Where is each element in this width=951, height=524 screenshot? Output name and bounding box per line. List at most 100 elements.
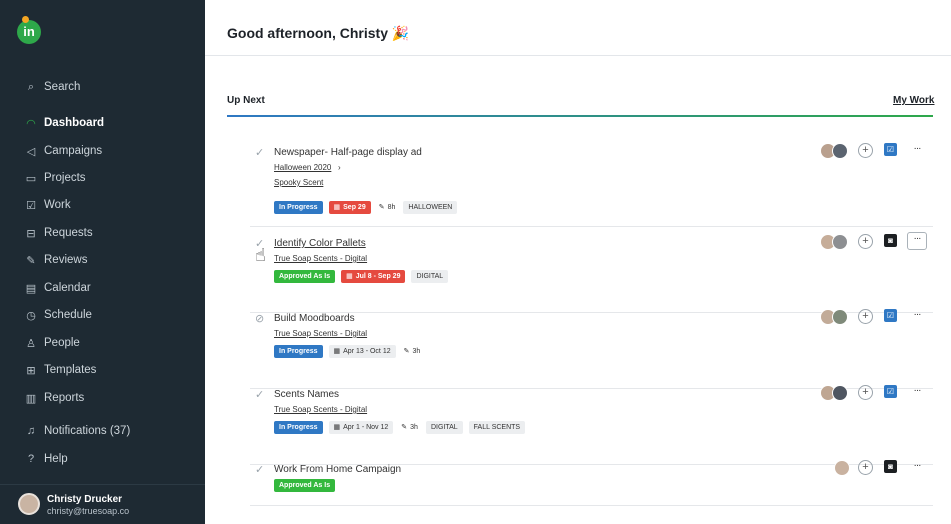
sidebar-item-label: Search (44, 81, 81, 93)
sidebar-item-label: Campaigns (44, 145, 103, 157)
assignee-avatars[interactable] (820, 309, 848, 325)
tag-label: 3h (410, 424, 418, 431)
my-work-link[interactable]: My Work (893, 95, 935, 106)
task-row[interactable]: ✓ Work From Home Campaign Approved As Is + ◙… (250, 460, 933, 506)
tag-label: HALLOWEEN (408, 204, 453, 211)
task-tags: In Progress ▦ Sep 29 ✎ 8h HALLOWEEN (274, 201, 458, 214)
sidebar-item-label: Projects (44, 172, 86, 184)
user-profile[interactable]: Christy Drucker christy@truesoap.co (0, 484, 205, 524)
sidebar-item-work[interactable]: ☑ Work (24, 194, 71, 216)
chevron-right-icon: › (338, 163, 341, 172)
hand-cursor-icon: ☝ (255, 245, 266, 265)
chart-icon: ▥ (25, 392, 37, 405)
add-assignee-icon[interactable]: + (858, 143, 873, 158)
task-row[interactable]: ✓ Identify Color Pallets True Soap Scents … (250, 232, 933, 313)
more-options-icon[interactable]: ··· (907, 460, 927, 476)
task-parent-link[interactable]: True Soap Scents - Digital (274, 405, 367, 414)
pencil-icon: ✎ (378, 204, 385, 211)
tag-label: Approved As Is (279, 482, 331, 489)
search-icon: ⌕ (27, 80, 35, 93)
review-square-icon[interactable]: ☑ (884, 385, 897, 398)
avatar (834, 460, 850, 476)
assignee-avatars[interactable] (820, 234, 848, 250)
checkmark-icon[interactable]: ✓ (255, 389, 267, 401)
sidebar-item-templates[interactable]: ⊞ Templates (24, 359, 96, 381)
task-project-link[interactable]: Spooky Scent (274, 178, 323, 187)
avatar (18, 493, 40, 515)
date-tag: ▦ Sep 29 (328, 201, 371, 214)
sidebar-item-dashboard[interactable]: ◠ Dashboard (24, 112, 104, 134)
sidebar-item-reports[interactable]: ▥ Reports (24, 387, 84, 409)
clock-icon: ◷ (26, 309, 36, 322)
task-parent-link[interactable]: Halloween 2020 (274, 163, 331, 172)
task-title[interactable]: Newspaper- Half-page display ad (274, 147, 422, 158)
date-tag: ▦ Apr 1 - Nov 12 (328, 421, 394, 434)
sidebar-item-help[interactable]: ? Help (24, 448, 68, 470)
task-title[interactable]: Build Moodboards (274, 313, 355, 324)
add-assignee-icon[interactable]: + (858, 309, 873, 324)
avatar (832, 143, 848, 159)
assignee-avatars[interactable] (820, 385, 848, 401)
proof-square-icon[interactable]: ◙ (884, 460, 897, 473)
task-parent-link[interactable]: True Soap Scents - Digital (274, 329, 367, 338)
proof-square-icon[interactable]: ◙ (884, 234, 897, 247)
sidebar-item-campaigns[interactable]: ◁ Campaigns (24, 140, 102, 162)
more-options-icon[interactable]: ··· (907, 143, 927, 159)
task-row[interactable]: ⊘ Build Moodboards True Soap Scents - Digi… (250, 309, 933, 389)
inbox-icon: ⊟ (26, 227, 36, 240)
task-parent-link[interactable]: True Soap Scents - Digital (274, 254, 367, 263)
sidebar-item-label: Reports (44, 392, 85, 404)
tag-label: In Progress (279, 348, 318, 355)
person-icon: ♙ (26, 337, 36, 350)
sidebar-item-calendar[interactable]: ▤ Calendar (24, 277, 91, 299)
sidebar-item-requests[interactable]: ⊟ Requests (24, 222, 92, 244)
sidebar-item-schedule[interactable]: ◷ Schedule (24, 304, 92, 326)
task-row[interactable]: ✓ Scents Names True Soap Scents - Digital I… (250, 385, 933, 465)
dashboard-icon: ◠ (26, 117, 36, 130)
tag-label: Apr 1 - Nov 12 (343, 424, 389, 431)
template-icon: ⊞ (26, 364, 36, 377)
sidebar-item-label: Schedule (44, 309, 92, 321)
task-title[interactable]: Identify Color Pallets (274, 238, 366, 249)
date-tag: ▦ Apr 13 - Oct 12 (328, 345, 396, 358)
checkmark-icon[interactable]: ✓ (255, 464, 267, 476)
more-options-icon[interactable]: ··· (907, 309, 927, 325)
calendar-icon: ▦ (346, 273, 353, 280)
more-options-icon[interactable]: ··· (907, 385, 927, 401)
assignee-avatars[interactable] (834, 460, 850, 476)
review-square-icon[interactable]: ☑ (884, 309, 897, 322)
sidebar-item-label: Templates (44, 364, 97, 376)
sidebar-item-reviews[interactable]: ✎ Reviews (24, 249, 87, 271)
help-icon: ? (27, 453, 35, 465)
calendar-overdue-icon: ▦ (333, 204, 341, 211)
app-logo[interactable]: in (17, 20, 41, 44)
checkbox-icon: ☑ (26, 199, 36, 212)
label-tag: DIGITAL (411, 270, 449, 283)
assignee-avatars[interactable] (820, 143, 848, 159)
blocked-icon[interactable]: ⊘ (255, 313, 267, 325)
tag-label: DIGITAL (416, 273, 444, 280)
sidebar-item-search[interactable]: ⌕ Search (24, 76, 81, 98)
review-square-icon[interactable]: ☑ (884, 143, 897, 156)
review-icon: ✎ (26, 254, 36, 267)
checkmark-icon[interactable]: ✓ (255, 147, 267, 159)
task-tags: Approved As Is (274, 479, 336, 492)
add-assignee-icon[interactable]: + (858, 460, 873, 475)
task-title[interactable]: Scents Names (274, 389, 339, 400)
more-options-icon[interactable]: ··· (907, 232, 927, 250)
sidebar-item-label: Work (44, 199, 71, 211)
tag-label: 8h (387, 204, 396, 211)
sidebar-item-notifications[interactable]: ♫ Notifications (37) (24, 420, 130, 442)
user-email: christy@truesoap.co (47, 506, 130, 516)
greeting-text: Good afternoon, Christy (227, 25, 388, 41)
sidebar-item-projects[interactable]: ▭ Projects (24, 167, 86, 189)
add-assignee-icon[interactable]: + (858, 234, 873, 249)
avatar (832, 234, 848, 250)
calendar-icon: ▦ (333, 424, 341, 431)
task-title[interactable]: Work From Home Campaign (274, 464, 401, 475)
status-badge: Approved As Is (274, 270, 336, 283)
add-assignee-icon[interactable]: + (858, 385, 873, 400)
task-row[interactable]: ✓ Newspaper- Half-page display ad Hallowee… (250, 143, 933, 227)
logo-dot-icon (22, 16, 29, 23)
sidebar-item-people[interactable]: ♙ People (24, 332, 80, 354)
